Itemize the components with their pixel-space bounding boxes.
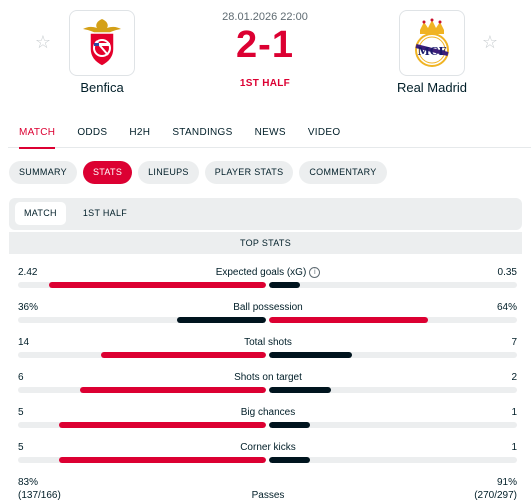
favorite-away-star-icon[interactable]: ☆ <box>481 34 499 52</box>
subtab-stats[interactable]: STATS <box>82 161 133 184</box>
stat-row: 5 Corner kicks 1 <box>18 442 517 472</box>
stat-label-text: Expected goals (xG) <box>215 267 307 278</box>
tab-odds[interactable]: ODDS <box>66 118 118 148</box>
stat-label: Corner kicks <box>240 442 296 453</box>
tab-news[interactable]: NEWS <box>244 118 297 148</box>
stat-away-value: 1 <box>511 442 517 453</box>
stat-away-value: 1 <box>511 407 517 418</box>
stat-row-passes: 83% (137/166) Passes 91% (270/297) <box>18 477 517 500</box>
stat-row: 14 Total shots 7 <box>18 337 517 367</box>
real-madrid-logo[interactable]: MCF <box>399 10 465 76</box>
stat-away-bar-track <box>269 352 517 358</box>
stat-away-detail: (270/297) <box>474 490 517 500</box>
stat-home-bar <box>176 317 266 323</box>
stat-home-value: 83% <box>18 477 39 488</box>
stat-away-value: 0.35 <box>497 267 517 278</box>
stat-home-bar-track <box>18 457 266 463</box>
match-score: 2-1 <box>236 24 294 66</box>
benfica-logo[interactable] <box>69 10 135 76</box>
benfica-crest-icon <box>83 19 121 67</box>
stat-home-bar <box>80 387 266 393</box>
stat-label: Big chances <box>240 407 296 418</box>
info-icon[interactable]: i <box>309 267 321 278</box>
stat-away-bar <box>269 282 301 288</box>
stat-away-value: 2 <box>511 372 517 383</box>
stat-home-bar-track <box>18 317 266 323</box>
stat-away-bar-track <box>269 457 517 463</box>
subtab-summary[interactable]: SUMMARY <box>9 161 77 184</box>
stat-label: Ball possession <box>233 302 303 313</box>
stat-home-bar <box>100 352 266 358</box>
stat-away-bar <box>269 387 331 393</box>
match-status: 1ST HALF <box>239 78 291 89</box>
stat-home-bar-track <box>18 282 266 288</box>
stat-away-value: 7 <box>511 337 517 348</box>
tab-video[interactable]: VIDEO <box>297 118 352 148</box>
svg-text:MCF: MCF <box>418 45 447 58</box>
stat-label: Shots on target <box>234 372 302 383</box>
stat-home-value: 5 <box>18 407 24 418</box>
stat-away-bar <box>269 317 428 323</box>
stat-home-bar <box>59 422 266 428</box>
favorite-home-star-icon[interactable]: ☆ <box>34 34 52 52</box>
stat-away-bar-track <box>269 317 517 323</box>
real-madrid-crest-icon: MCF <box>415 18 449 67</box>
stat-home-bar-track <box>18 387 266 393</box>
stat-label: Total shots <box>244 337 292 348</box>
stat-home-bar-track <box>18 422 266 428</box>
tab-h2h[interactable]: H2H <box>118 118 161 148</box>
home-team-name[interactable]: Benfica <box>42 80 162 95</box>
stat-home-value: 14 <box>18 337 30 348</box>
stat-home-bar <box>59 457 266 463</box>
stat-home-value: 6 <box>18 372 24 383</box>
sub-tab-bar: SUMMARY STATS LINEUPS PLAYER STATS COMME… <box>9 161 387 184</box>
match-header: ☆ Benfica 28.01.2026 22:00 2-1 1ST HALF <box>0 0 531 110</box>
tab-match[interactable]: MATCH <box>8 118 66 149</box>
away-team-name[interactable]: Real Madrid <box>372 80 492 95</box>
period-tab-1st-half[interactable]: 1ST HALF <box>74 202 136 225</box>
main-tab-bar: MATCH ODDS H2H STANDINGS NEWS VIDEO <box>8 118 531 149</box>
subtab-player-stats[interactable]: PLAYER STATS <box>204 161 294 184</box>
stat-away-bar <box>269 352 352 358</box>
match-datetime: 28.01.2026 22:00 <box>222 11 308 23</box>
stat-away-bar <box>269 457 311 463</box>
tab-standings[interactable]: STANDINGS <box>161 118 243 148</box>
period-tab-match[interactable]: MATCH <box>15 202 66 225</box>
stat-row: 36% Ball possession 64% <box>18 302 517 332</box>
stat-row: 6 Shots on target 2 <box>18 372 517 402</box>
stat-home-value: 36% <box>18 302 39 313</box>
period-tab-bar: MATCH 1ST HALF <box>9 198 522 230</box>
stat-home-value: 2.42 <box>18 267 38 278</box>
subtab-lineups[interactable]: LINEUPS <box>138 161 199 184</box>
stat-label: Expected goals (xG) i <box>118 267 418 279</box>
stat-away-value: 64% <box>496 302 517 313</box>
section-title-top-stats: TOP STATS <box>9 232 522 254</box>
stat-away-value: 91% <box>496 477 517 488</box>
stat-away-bar-track <box>269 282 517 288</box>
stat-home-value: 5 <box>18 442 24 453</box>
stat-home-bar <box>49 282 266 288</box>
stat-away-bar-track <box>269 387 517 393</box>
stat-away-bar <box>269 422 311 428</box>
stat-home-bar-track <box>18 352 266 358</box>
subtab-commentary[interactable]: COMMENTARY <box>299 161 387 184</box>
stat-away-bar-track <box>269 422 517 428</box>
stat-row: 5 Big chances 1 <box>18 407 517 437</box>
stat-home-detail: (137/166) <box>18 490 61 500</box>
stat-row: 2.42 Expected goals (xG) i 0.35 <box>18 267 517 297</box>
stat-label: Passes <box>251 490 285 500</box>
